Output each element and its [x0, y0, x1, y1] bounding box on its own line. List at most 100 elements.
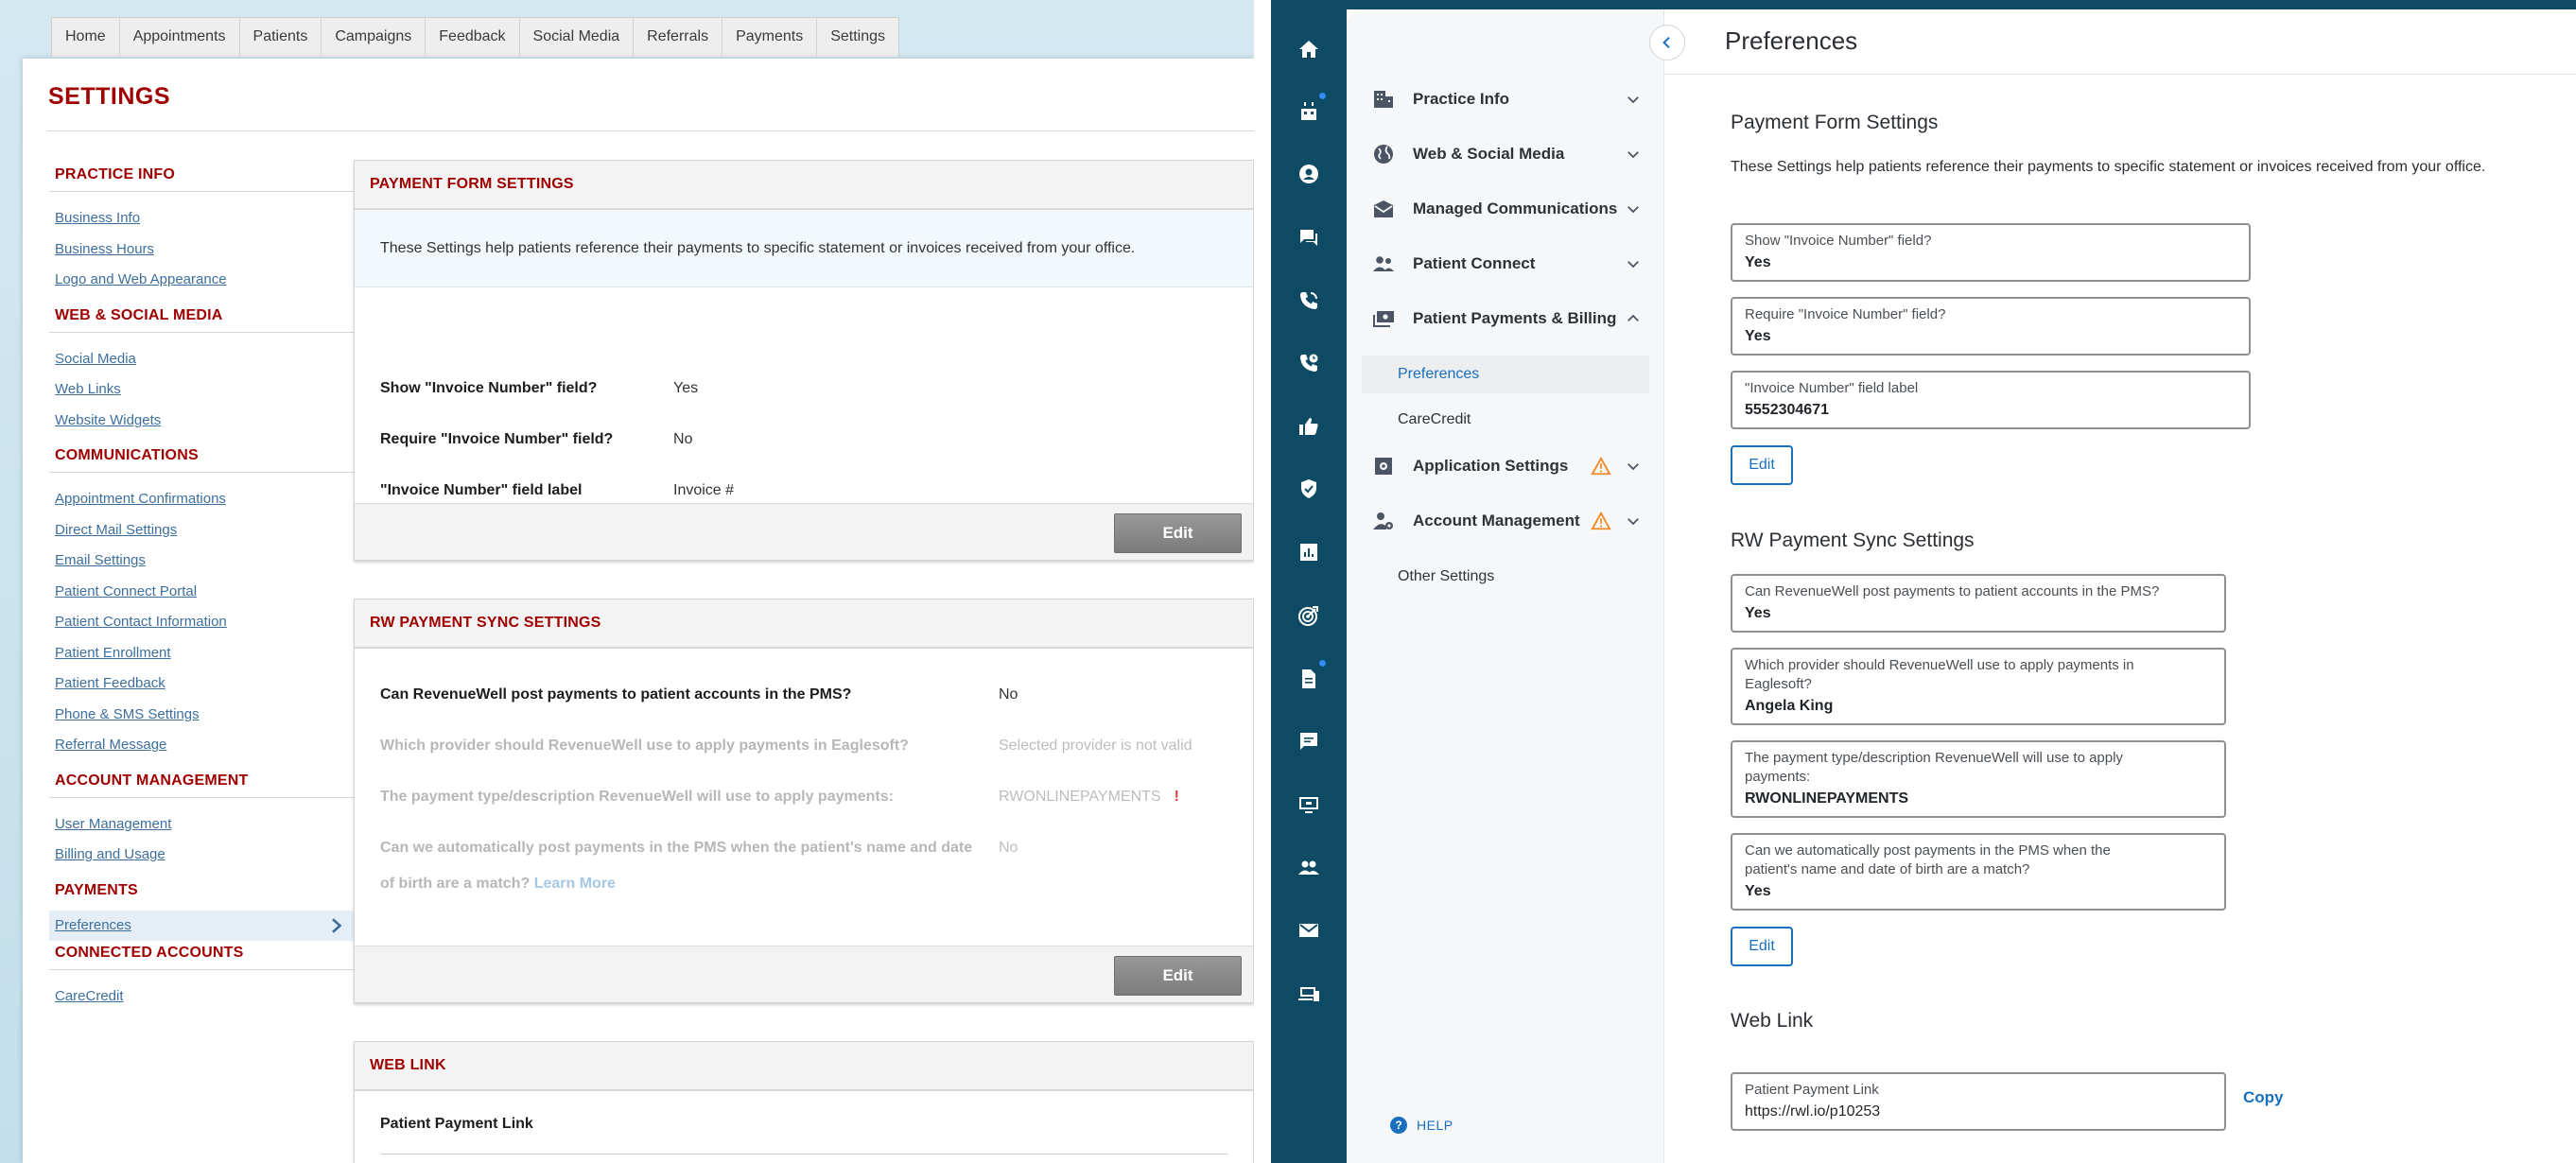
setting-label-line2: of birth are a match? Learn More	[380, 876, 616, 893]
field-label-line2: payments:	[1745, 769, 1811, 785]
setting-label: The payment type/description RevenueWell…	[380, 789, 894, 805]
nav-item-label: Patient Payments & Billing	[1413, 309, 1617, 327]
sidebar-link-preferences[interactable]: Preferences	[49, 910, 356, 941]
chat-icon[interactable]	[1296, 224, 1322, 251]
field-rw-provider[interactable]: Which provider should RevenueWell use to…	[1731, 648, 2226, 725]
shield-icon[interactable]	[1296, 476, 1322, 502]
section-title-payment-form: Payment Form Settings	[1731, 112, 1939, 133]
edit-payment-form-button[interactable]: Edit	[1114, 513, 1242, 553]
field-rw-post-payments[interactable]: Can RevenueWell post payments to patient…	[1731, 574, 2226, 633]
field-label: Which provider should RevenueWell use to…	[1745, 657, 2134, 673]
sidebar-link-email-settings[interactable]: Email Settings	[49, 546, 356, 577]
nav-tab-social-media[interactable]: Social Media	[520, 18, 635, 56]
settings-app-icon	[1371, 454, 1396, 478]
copy-link-button[interactable]: Copy	[2243, 1088, 2284, 1107]
learn-more-link[interactable]: Learn More	[534, 876, 616, 892]
setting-value-text: RWONLINEPAYMENTS	[999, 789, 1161, 805]
edit-payment-form-button[interactable]: Edit	[1731, 445, 1793, 485]
nav-tab-patients[interactable]: Patients	[240, 18, 322, 56]
setting-label: "Invoice Number" field label	[380, 482, 583, 498]
people-icon	[1371, 252, 1396, 276]
target-icon[interactable]	[1296, 602, 1322, 629]
sidebar-link-web-links[interactable]: Web Links	[49, 374, 356, 406]
field-rw-payment-type[interactable]: The payment type/description RevenueWell…	[1731, 740, 2226, 818]
setting-value: No	[999, 686, 1018, 703]
nav-item-patient-payments-billing[interactable]: Patient Payments & Billing	[1362, 300, 1642, 338]
help-link[interactable]: ? HELP	[1390, 1117, 1453, 1134]
nav-item-managed-communications[interactable]: Managed Communications	[1362, 190, 1642, 228]
sidebar-link-billing-usage[interactable]: Billing and Usage	[49, 840, 356, 871]
home-icon[interactable]	[1296, 36, 1322, 62]
person-icon[interactable]	[1296, 161, 1322, 187]
sidebar-link-patient-contact-information[interactable]: Patient Contact Information	[49, 607, 356, 638]
sidebar-group-account-management: ACCOUNT MANAGEMENT User Management Billi…	[49, 765, 356, 871]
sidebar-link-website-widgets[interactable]: Website Widgets	[49, 406, 356, 437]
panel-description: These Settings help patients reference t…	[355, 210, 1253, 287]
panel-footer: Edit	[355, 946, 1253, 1002]
nav-item-label: Web & Social Media	[1413, 145, 1565, 163]
field-patient-payment-link[interactable]: Patient Payment Link https://rwl.io/p102…	[1731, 1072, 2226, 1131]
panel-payment-form-settings: PAYMENT FORM SETTINGS These Settings hel…	[354, 160, 1254, 561]
phone-icon[interactable]	[1296, 287, 1322, 314]
nav-tab-payments[interactable]: Payments	[722, 18, 818, 56]
legacy-settings-card: SETTINGS PRACTICE INFO Business Info Bus…	[23, 59, 1254, 1163]
field-label: The payment type/description RevenueWell…	[1745, 750, 2123, 766]
field-invoice-number-label[interactable]: "Invoice Number" field label 5552304671	[1731, 371, 2251, 429]
field-label: "Invoice Number" field label	[1745, 380, 1919, 396]
sidebar-link-patient-feedback[interactable]: Patient Feedback	[49, 668, 356, 700]
nav-subitem-carecredit[interactable]: CareCredit	[1362, 401, 1649, 439]
sidebar-link-appointment-confirmations[interactable]: Appointment Confirmations	[49, 484, 356, 515]
group-icon[interactable]	[1296, 855, 1322, 881]
mail-open-icon	[1371, 197, 1396, 221]
collapse-nav-button[interactable]	[1649, 25, 1685, 61]
sidebar-link-business-hours[interactable]: Business Hours	[49, 234, 356, 266]
sidebar-heading: WEB & SOCIAL MEDIA	[49, 300, 356, 333]
chevron-left-icon	[1662, 36, 1670, 49]
calendar-icon[interactable]	[1296, 93, 1326, 125]
document-icon[interactable]	[1296, 660, 1326, 692]
nav-item-practice-info[interactable]: Practice Info	[1362, 80, 1642, 118]
chart-icon[interactable]	[1296, 539, 1322, 565]
field-rw-auto-post[interactable]: Can we automatically post payments in th…	[1731, 833, 2226, 911]
sidebar-link-logo-web-appearance[interactable]: Logo and Web Appearance	[49, 265, 356, 296]
nav-tab-appointments[interactable]: Appointments	[120, 18, 240, 56]
field-label-line2: patient's name and date of birth are a m…	[1745, 861, 2030, 877]
sidebar-link-social-media[interactable]: Social Media	[49, 344, 356, 375]
message-icon[interactable]	[1296, 728, 1322, 755]
thumbs-up-icon[interactable]	[1296, 413, 1322, 440]
nav-tab-referrals[interactable]: Referrals	[634, 18, 723, 56]
field-require-invoice-number[interactable]: Require "Invoice Number" field? Yes	[1731, 297, 2251, 356]
phone-clock-icon[interactable]	[1296, 350, 1322, 376]
nav-subitem-preferences[interactable]: Preferences	[1362, 356, 1649, 393]
chevron-down-icon	[1627, 261, 1639, 269]
nav-item-account-management[interactable]: Account Management	[1362, 502, 1642, 540]
sidebar-link-patient-connect-portal[interactable]: Patient Connect Portal	[49, 577, 356, 608]
title-divider	[47, 130, 1254, 131]
sidebar-group-connected-accounts: CONNECTED ACCOUNTS CareCredit	[49, 945, 356, 1013]
sidebar-link-carecredit[interactable]: CareCredit	[49, 981, 356, 1013]
sidebar-link-direct-mail-settings[interactable]: Direct Mail Settings	[49, 515, 356, 547]
sidebar-link-patient-enrollment[interactable]: Patient Enrollment	[49, 638, 356, 669]
nav-item-application-settings[interactable]: Application Settings	[1362, 447, 1642, 485]
label-text: of birth are a match?	[380, 876, 531, 892]
edit-rw-sync-button[interactable]: Edit	[1731, 927, 1793, 966]
nav-tab-campaigns[interactable]: Campaigns	[322, 18, 426, 56]
nav-tab-settings[interactable]: Settings	[817, 18, 898, 56]
mail-icon[interactable]	[1296, 917, 1322, 944]
field-value: Yes	[1745, 328, 1771, 344]
payment-icon	[1371, 306, 1396, 331]
sidebar-link-business-info[interactable]: Business Info	[49, 203, 356, 234]
settings-nav-panel: Practice Info Web & Social Media Managed…	[1347, 9, 1664, 1163]
nav-tab-home[interactable]: Home	[52, 18, 120, 56]
nav-item-web-social-media[interactable]: Web & Social Media	[1362, 135, 1642, 173]
nav-item-patient-connect[interactable]: Patient Connect	[1362, 245, 1642, 283]
sidebar-link-referral-message[interactable]: Referral Message	[49, 730, 356, 761]
sidebar-link-user-management[interactable]: User Management	[49, 809, 356, 841]
monitor-icon[interactable]	[1296, 791, 1322, 818]
field-show-invoice-number[interactable]: Show "Invoice Number" field? Yes	[1731, 223, 2251, 282]
edit-rw-sync-button[interactable]: Edit	[1114, 956, 1242, 996]
nav-tab-feedback[interactable]: Feedback	[426, 18, 520, 56]
nav-item-other-settings[interactable]: Other Settings	[1362, 558, 1649, 596]
sidebar-link-phone-sms-settings[interactable]: Phone & SMS Settings	[49, 700, 356, 731]
devices-icon[interactable]	[1296, 981, 1322, 1007]
